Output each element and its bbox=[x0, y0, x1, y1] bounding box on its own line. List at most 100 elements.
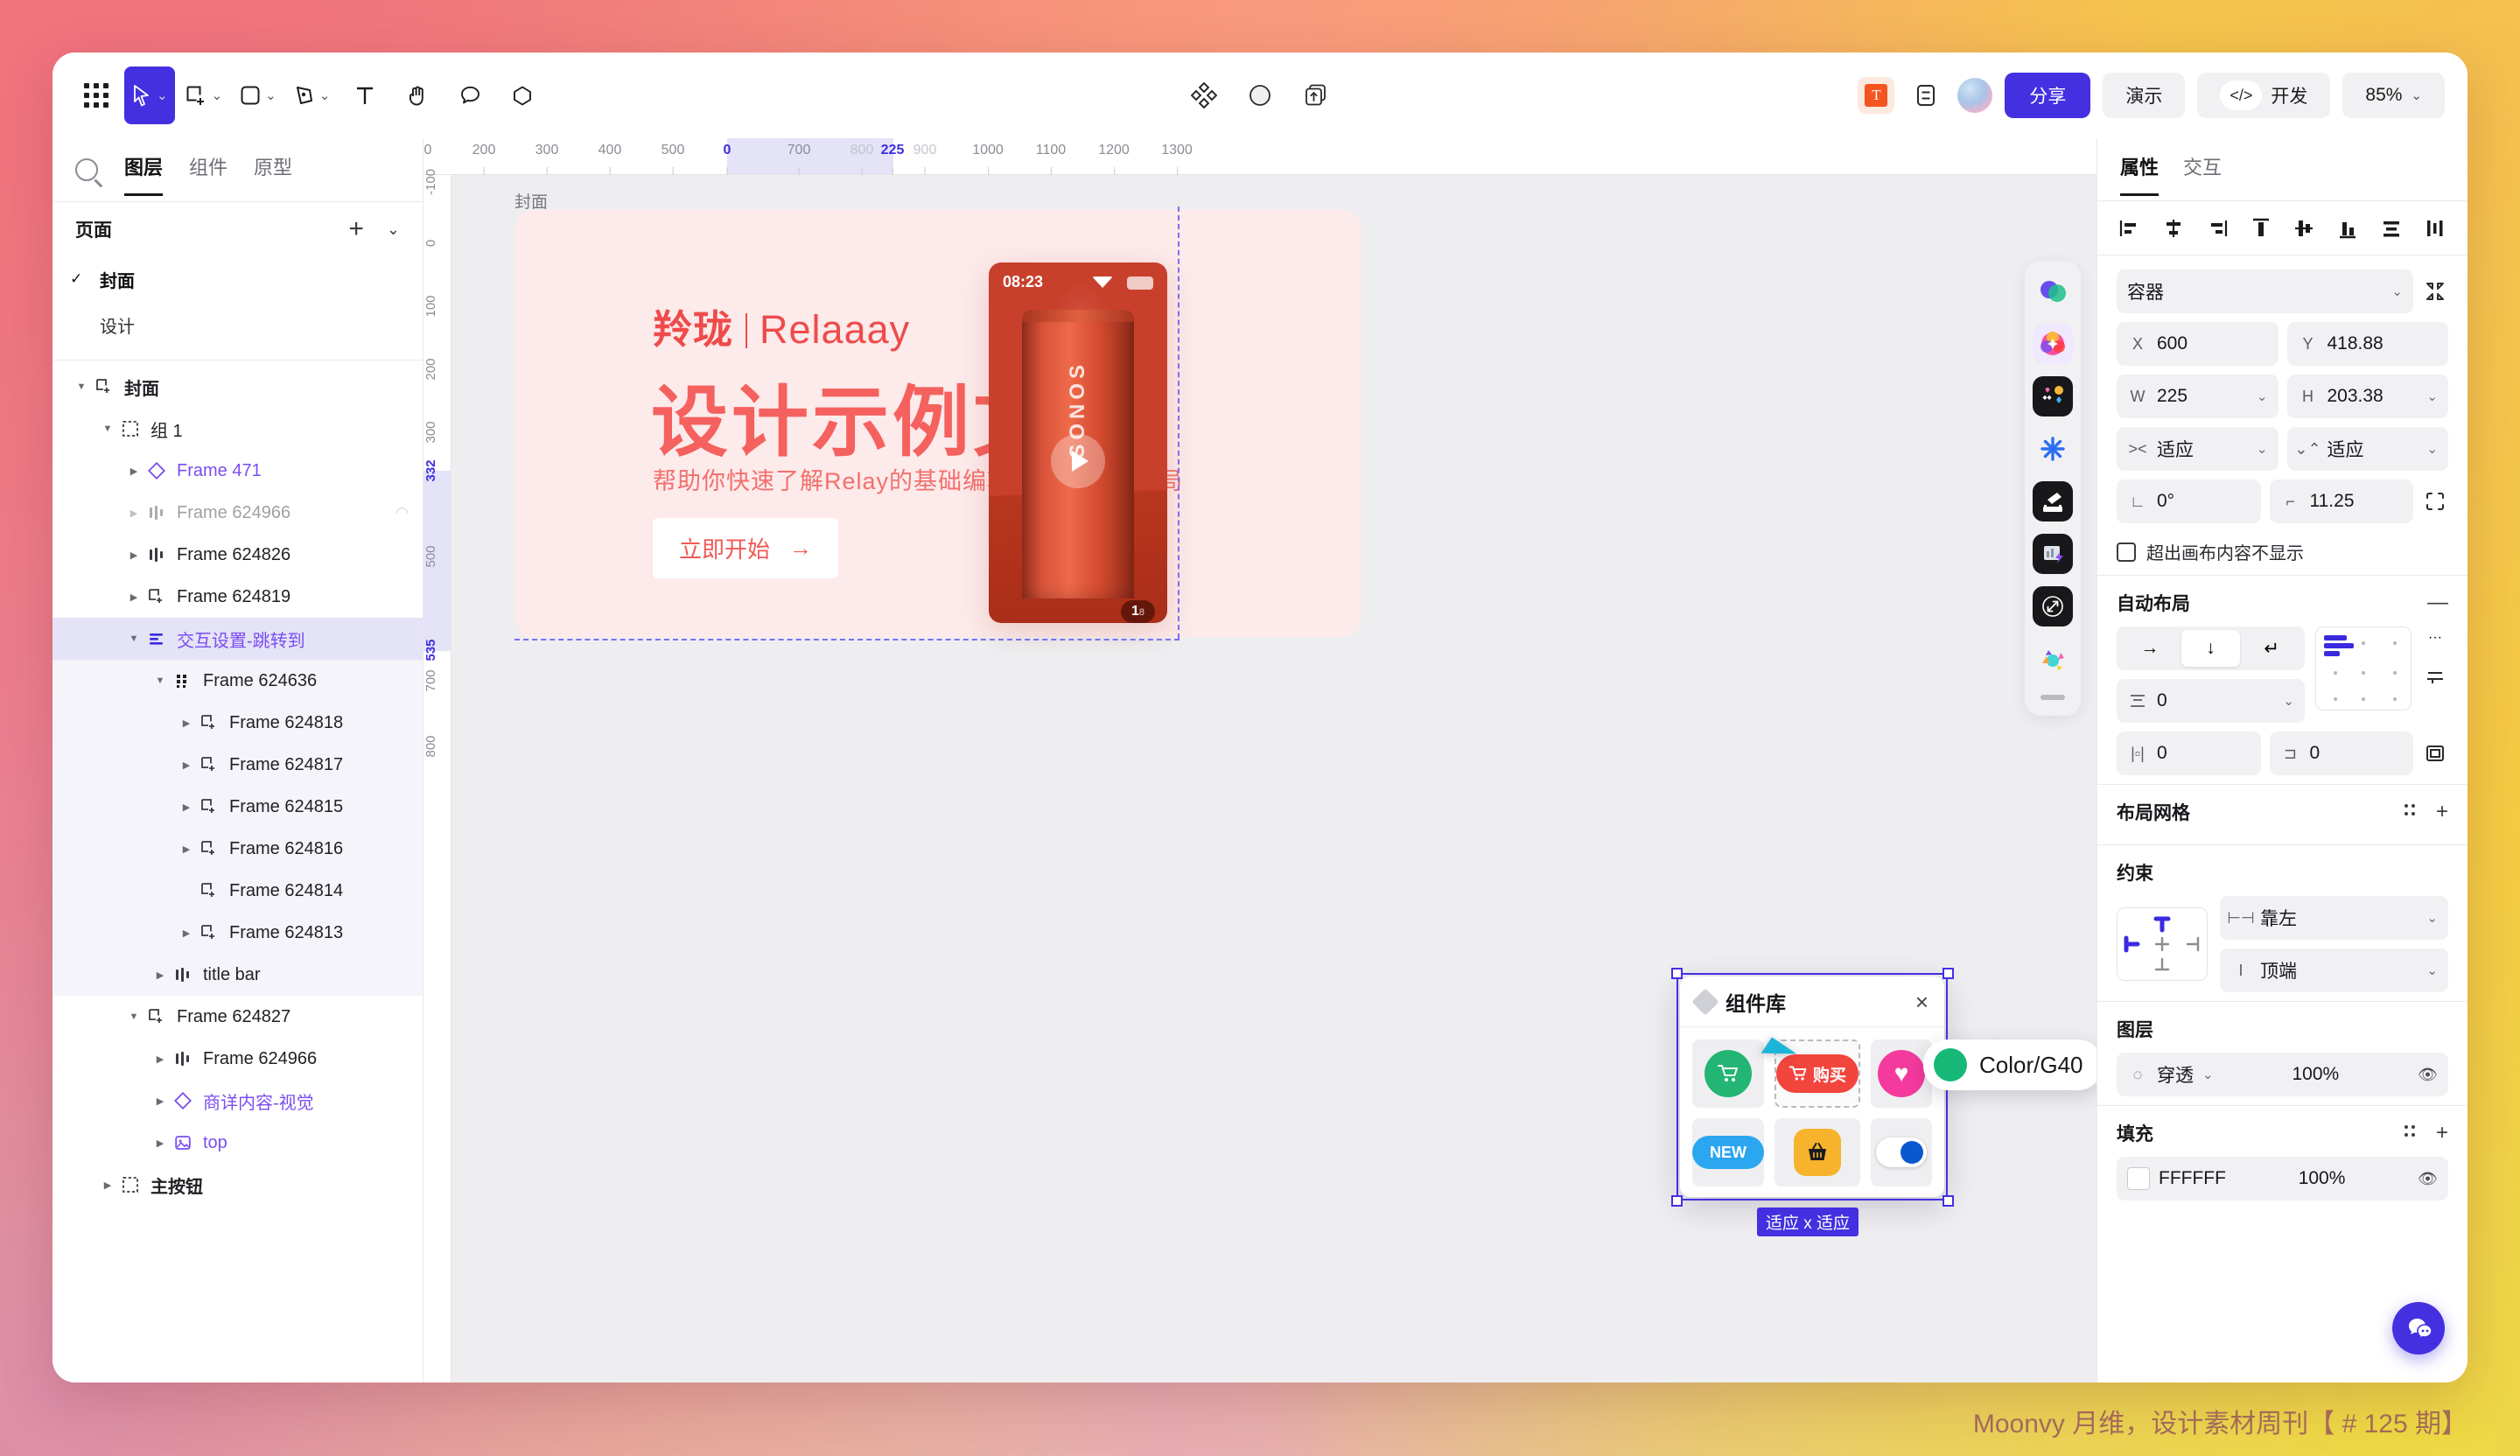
caret-icon[interactable]: ▼ bbox=[150, 676, 170, 686]
align-left-icon[interactable] bbox=[2117, 215, 2143, 242]
autolayout-align-baseline-icon[interactable] bbox=[2422, 665, 2448, 691]
chevron-down-icon[interactable]: ⌄ bbox=[2257, 388, 2268, 404]
hidden-eye-icon[interactable]: ◠ bbox=[396, 504, 409, 522]
caret-icon[interactable]: ▶ bbox=[124, 466, 144, 477]
x-position-input[interactable]: X 600 bbox=[2117, 322, 2278, 366]
ruler-pen-icon[interactable] bbox=[2033, 481, 2073, 522]
autolayout-padding-h-input[interactable]: |▫| 0 bbox=[2117, 732, 2261, 775]
object-type-select[interactable]: 容器 ⌄ bbox=[2117, 270, 2413, 313]
caret-icon[interactable]: ▶ bbox=[124, 550, 144, 561]
constraint-picker[interactable] bbox=[2117, 907, 2208, 981]
caret-icon[interactable]: ▼ bbox=[124, 634, 144, 644]
tab-components[interactable]: 组件 bbox=[189, 152, 228, 187]
caret-icon[interactable]: ▶ bbox=[177, 718, 196, 729]
autolayout-alignment-picker[interactable] bbox=[2315, 626, 2412, 710]
tab-layers[interactable]: 图层 bbox=[124, 152, 164, 196]
add-layout-grid-button[interactable]: + bbox=[2436, 802, 2448, 822]
layer-row[interactable]: ▶ 主按钮 bbox=[52, 1164, 423, 1206]
pen-tool[interactable]: ⌄ bbox=[287, 66, 338, 124]
independent-corners-icon[interactable] bbox=[2422, 488, 2448, 514]
fill-row[interactable]: FFFFFF 100% 👁 bbox=[2117, 1157, 2448, 1200]
zoom-selector[interactable]: 85% ⌄ bbox=[2342, 73, 2445, 118]
caret-icon[interactable]: ▶ bbox=[124, 592, 144, 603]
chevron-down-icon[interactable]: ⌄ bbox=[2426, 388, 2438, 404]
rotation-input[interactable]: ∟ 0° bbox=[2117, 480, 2261, 523]
fill-opacity-value[interactable]: 100% bbox=[2235, 1168, 2409, 1189]
align-bottom-icon[interactable] bbox=[2334, 215, 2361, 242]
chevron-down-icon[interactable]: ⌄ bbox=[387, 220, 400, 239]
fill-styles-icon[interactable] bbox=[2401, 1122, 2420, 1145]
circle-icon[interactable] bbox=[1241, 76, 1279, 115]
hand-tool[interactable] bbox=[393, 66, 442, 124]
distribute-h-icon[interactable] bbox=[2422, 215, 2448, 242]
align-center-h-icon[interactable] bbox=[2160, 215, 2187, 242]
autolayout-gap-input[interactable]: 0 ⌄ bbox=[2117, 679, 2305, 723]
layer-row[interactable]: ▶ Frame 624816 bbox=[52, 828, 423, 870]
text-tool[interactable] bbox=[340, 66, 389, 124]
visibility-icon[interactable]: 👁 bbox=[2418, 1066, 2438, 1084]
caret-icon[interactable]: ▶ bbox=[150, 1096, 170, 1107]
autolayout-dir-wrap[interactable]: ↵ bbox=[2242, 630, 2301, 667]
individual-padding-icon[interactable] bbox=[2422, 740, 2448, 766]
layer-row[interactable]: ▶ 商详内容-视觉 bbox=[52, 1080, 423, 1122]
caret-icon[interactable]: ▶ bbox=[98, 1180, 117, 1191]
frame-tool[interactable]: ⌄ bbox=[178, 66, 230, 124]
layer-row[interactable]: ▶ Frame 624826 bbox=[52, 534, 423, 576]
gradient-circles-icon[interactable] bbox=[2033, 271, 2073, 312]
autolayout-more-button[interactable]: ··· bbox=[2428, 630, 2442, 646]
canvas[interactable]: 0100200300400500070080022590010001100120… bbox=[354, 138, 2103, 1382]
autolayout-padding-v-input[interactable]: ⊐ 0 bbox=[2269, 732, 2413, 775]
toolbar-drag-handle[interactable] bbox=[2040, 695, 2065, 700]
add-page-button[interactable]: + bbox=[348, 216, 364, 242]
layer-row[interactable]: ▶ Frame 624815 bbox=[52, 786, 423, 828]
layer-row[interactable]: ▼ 封面 bbox=[52, 366, 423, 408]
resize-arrows-icon[interactable] bbox=[2033, 586, 2073, 626]
layer-row[interactable]: ▼ Frame 624827 bbox=[52, 996, 423, 1038]
page-item-cover[interactable]: ✓ 封面 bbox=[52, 256, 423, 302]
constraint-vertical-select[interactable]: I 顶端 ⌄ bbox=[2220, 948, 2448, 992]
layer-row[interactable]: ▶ Frame 624966 bbox=[52, 1038, 423, 1080]
visibility-icon[interactable]: 👁 bbox=[2418, 1170, 2438, 1188]
present-button[interactable]: 演示 bbox=[2103, 73, 2186, 118]
caret-icon[interactable]: ▶ bbox=[177, 760, 196, 771]
distribute-v-icon[interactable] bbox=[2378, 215, 2404, 242]
fill-color-swatch[interactable] bbox=[2127, 1167, 2150, 1190]
help-chat-button[interactable] bbox=[2392, 1302, 2445, 1354]
layer-row[interactable]: Frame 624814 bbox=[52, 870, 423, 912]
y-position-input[interactable]: Y 418.88 bbox=[2286, 322, 2448, 366]
snowflake-icon[interactable] bbox=[2033, 429, 2073, 469]
width-input[interactable]: W 225 ⌄ bbox=[2117, 374, 2278, 418]
tab-interactions[interactable]: 交互 bbox=[2183, 152, 2222, 187]
play-button[interactable] bbox=[1051, 434, 1105, 488]
shape-tool[interactable]: ⌄ bbox=[233, 66, 284, 124]
resize-handle-br[interactable] bbox=[1942, 1195, 1954, 1207]
design-tools-icon[interactable] bbox=[2033, 639, 2073, 679]
caret-icon[interactable]: ▶ bbox=[150, 1054, 170, 1065]
add-fill-button[interactable]: + bbox=[2436, 1123, 2448, 1144]
hero-cta-button[interactable]: 立即开始 → bbox=[653, 518, 839, 578]
layer-row[interactable]: ▶ Frame 624813 bbox=[52, 912, 423, 954]
cursor-tool[interactable]: ⌄ bbox=[124, 66, 175, 124]
sticker-pack-icon[interactable] bbox=[2033, 376, 2073, 416]
artboard-label[interactable]: 封面 bbox=[514, 189, 548, 213]
align-top-icon[interactable] bbox=[2248, 215, 2274, 242]
avatar[interactable] bbox=[1957, 78, 1993, 113]
page-item-design[interactable]: 设计 bbox=[52, 302, 423, 347]
ai-color-wheel-icon[interactable] bbox=[2033, 324, 2073, 364]
align-right-icon[interactable] bbox=[2204, 215, 2230, 242]
export-icon[interactable] bbox=[1297, 76, 1335, 115]
layer-row[interactable]: ▼ Frame 624636 bbox=[52, 660, 423, 702]
autolayout-dir-vertical[interactable]: ↓ bbox=[2180, 630, 2241, 667]
layer-row[interactable]: ▼ 组 1 bbox=[52, 408, 423, 450]
component-tool[interactable] bbox=[498, 66, 547, 124]
text-badge-icon[interactable]: T bbox=[1858, 77, 1895, 114]
layer-row[interactable]: ▶ top bbox=[52, 1122, 423, 1164]
notes-icon[interactable] bbox=[1907, 76, 1945, 115]
comment-tool[interactable] bbox=[445, 66, 494, 124]
caret-icon[interactable]: ▼ bbox=[124, 1012, 144, 1022]
layer-row[interactable]: ▶ Frame 624819 bbox=[52, 576, 423, 618]
resize-handle-tl[interactable] bbox=[1671, 968, 1683, 979]
layer-row[interactable]: ▶ title bar bbox=[52, 954, 423, 996]
image-flash-icon[interactable] bbox=[2033, 534, 2073, 574]
caret-icon[interactable]: ▶ bbox=[150, 1138, 170, 1149]
